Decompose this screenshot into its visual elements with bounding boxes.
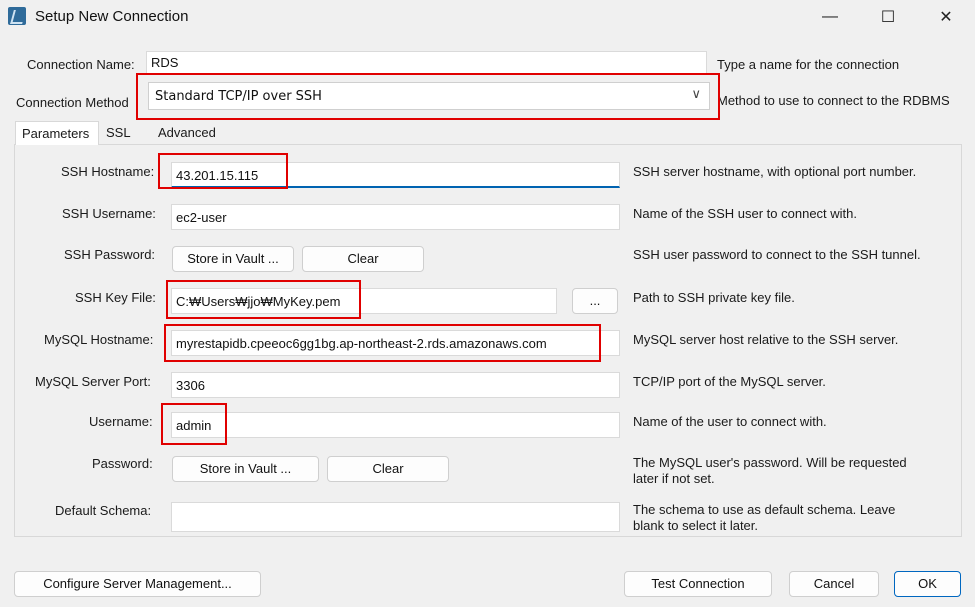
ssh-clear-button[interactable]: Clear <box>302 246 424 272</box>
minimize-button[interactable]: — <box>801 0 859 34</box>
ssh-hostname-label: SSH Hostname: <box>61 164 155 179</box>
configure-server-management-button[interactable]: Configure Server Management... <box>14 571 261 597</box>
connection-method-desc: Method to use to connect to the RDBMS <box>717 93 950 108</box>
cancel-button[interactable]: Cancel <box>789 571 879 597</box>
tab-advanced[interactable]: Advanced <box>152 121 228 145</box>
ssh-hostname-input[interactable]: 43.201.15.115 <box>171 162 620 188</box>
username-input[interactable]: admin <box>171 412 620 438</box>
default-schema-label: Default Schema: <box>55 503 152 518</box>
ssh-store-in-vault-button[interactable]: Store in Vault ... <box>172 246 294 272</box>
ssh-key-file-input[interactable]: C:₩Users₩jjo₩MyKey.pem <box>171 288 557 314</box>
maximize-icon: ☐ <box>880 9 896 26</box>
ssh-password-label: SSH Password: <box>64 247 156 262</box>
password-desc-line1: The MySQL user's password. Will be reque… <box>633 455 907 470</box>
password-label: Password: <box>92 456 153 471</box>
tab-ssl[interactable]: SSL <box>100 121 140 145</box>
username-label: Username: <box>89 414 153 429</box>
mysql-hostname-desc: MySQL server host relative to the SSH se… <box>633 332 899 347</box>
connection-method-select[interactable]: Standard TCP/IP over SSH ∨ <box>148 82 710 110</box>
close-button[interactable]: ✕ <box>917 0 975 34</box>
minimize-icon: — <box>822 8 838 25</box>
default-schema-input[interactable] <box>171 502 620 532</box>
close-icon: ✕ <box>939 9 953 26</box>
chevron-down-icon: ∨ <box>691 87 701 102</box>
connection-name-desc: Type a name for the connection <box>717 57 900 72</box>
ssh-key-file-label: SSH Key File: <box>75 290 156 305</box>
mysql-workbench-icon <box>8 7 26 25</box>
tab-parameters[interactable]: Parameters <box>15 121 99 145</box>
window-title: Setup New Connection <box>35 8 189 25</box>
test-connection-button[interactable]: Test Connection <box>624 571 772 597</box>
mysql-hostname-input[interactable]: myrestapidb.cpeeoc6gg1bg.ap-northeast-2.… <box>171 330 620 356</box>
store-in-vault-button[interactable]: Store in Vault ... <box>172 456 319 482</box>
maximize-button[interactable]: ☐ <box>859 0 917 34</box>
ssh-username-desc: Name of the SSH user to connect with. <box>633 206 857 221</box>
browse-key-file-button[interactable]: ... <box>572 288 618 314</box>
ok-button[interactable]: OK <box>894 571 961 597</box>
mysql-port-label: MySQL Server Port: <box>35 374 151 389</box>
ssh-username-label: SSH Username: <box>62 206 156 221</box>
connection-method-label: Connection Method <box>16 95 129 110</box>
default-schema-desc-line2: blank to select it later. <box>633 518 759 533</box>
password-desc: The MySQL user's password. Will be reque… <box>633 455 907 487</box>
mysql-port-input[interactable]: 3306 <box>171 372 620 398</box>
username-desc: Name of the user to connect with. <box>633 414 827 429</box>
default-schema-desc-line1: The schema to use as default schema. Lea… <box>633 502 896 517</box>
ssh-hostname-desc: SSH server hostname, with optional port … <box>633 164 917 179</box>
mysql-hostname-label: MySQL Hostname: <box>44 332 154 347</box>
password-desc-line2: later if not set. <box>633 471 715 486</box>
ssh-password-desc: SSH user password to connect to the SSH … <box>633 247 921 262</box>
password-clear-button[interactable]: Clear <box>327 456 449 482</box>
ssh-username-input[interactable]: ec2-user <box>171 204 620 230</box>
ssh-key-file-desc: Path to SSH private key file. <box>633 290 795 305</box>
default-schema-desc: The schema to use as default schema. Lea… <box>633 502 895 534</box>
connection-name-label: Connection Name: <box>27 57 135 72</box>
connection-name-input[interactable]: RDS <box>146 51 707 75</box>
mysql-port-desc: TCP/IP port of the MySQL server. <box>633 374 826 389</box>
connection-method-value: Standard TCP/IP over SSH <box>155 89 322 104</box>
